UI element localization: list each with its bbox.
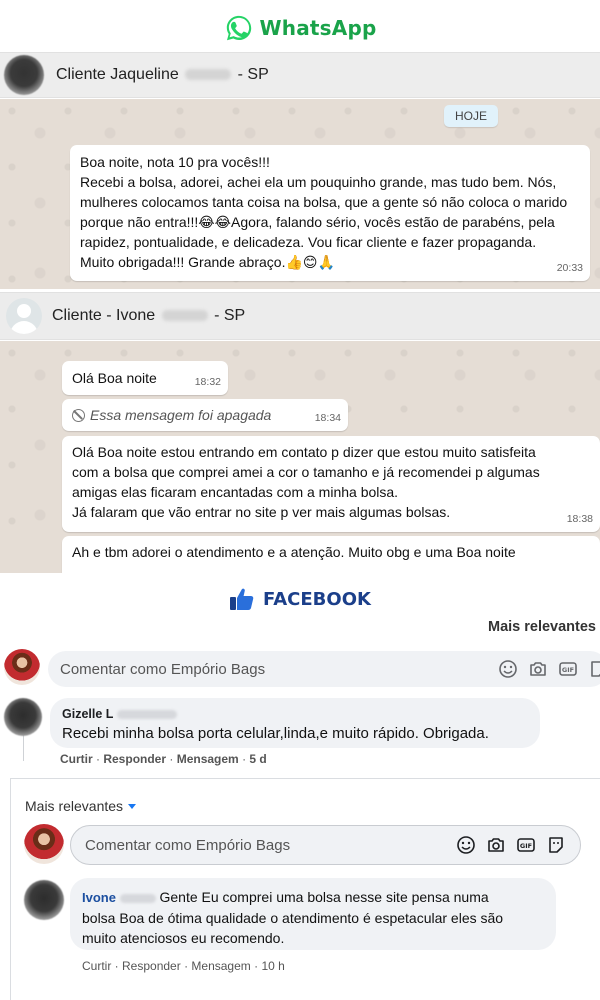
svg-text:GIF: GIF <box>520 842 532 850</box>
comment-input-icons: GIF <box>498 659 600 679</box>
like-link[interactable]: Curtir <box>82 959 111 973</box>
message-text: Ah e tbm adorei o atendimento e a atençã… <box>72 544 516 560</box>
date-chip: HOJE <box>444 105 498 127</box>
blurred-surname <box>185 69 232 81</box>
blurred-surname <box>116 710 177 720</box>
camera-icon[interactable] <box>528 659 548 679</box>
blurred-surname <box>161 310 208 322</box>
comment-bubble: Ivone Gente Eu comprei uma bolsa nesse s… <box>70 878 556 950</box>
comment-input[interactable]: Comentar como Empório Bags GIF <box>70 825 581 865</box>
chat1-header[interactable]: Cliente Jaqueline - SP <box>0 52 600 98</box>
camera-icon[interactable] <box>486 835 506 855</box>
message-link[interactable]: Mensagem <box>177 752 239 766</box>
sticker-icon[interactable] <box>546 835 566 855</box>
deleted-text: Essa mensagem foi apagada <box>90 407 272 423</box>
comment-text-first-line: Gente Eu comprei uma bolsa nesse site pe… <box>159 889 489 905</box>
comment-text: bolsa Boa de ótima qualidade o atendimen… <box>82 910 504 946</box>
message-time: 18:32 <box>194 376 221 388</box>
reply-link[interactable]: Responder <box>122 959 181 973</box>
comment-author[interactable]: Gizelle L <box>62 704 528 724</box>
comment-age: 10 h <box>261 959 285 973</box>
comment-input-icons: GIF <box>456 835 566 855</box>
caret-down-icon <box>128 803 137 809</box>
thread-line <box>23 735 24 761</box>
facebook-brand: FACEBOOK <box>0 584 600 614</box>
whatsapp-brand: WhatsApp <box>0 10 600 46</box>
comment-bubble: Gizelle L Recebi minha bolsa porta celul… <box>50 698 540 748</box>
like-link[interactable]: Curtir <box>60 752 93 766</box>
sort-dropdown[interactable]: Mais relevantes <box>25 798 137 814</box>
comment-placeholder: Comentar como Empório Bags <box>60 660 266 678</box>
page-avatar <box>24 824 64 864</box>
chat2-header[interactable]: Cliente - Ivone - SP <box>0 292 600 340</box>
message-text: Olá Boa noite estou entrando em contato … <box>72 444 540 520</box>
message-bubble[interactable]: Olá Boa noite 18:32 <box>62 361 228 395</box>
whatsapp-title: WhatsApp <box>259 16 377 40</box>
deleted-message-bubble[interactable]: Essa mensagem foi apagada 18:34 <box>62 399 348 431</box>
message-bubble[interactable]: Olá Boa noite estou entrando em contato … <box>62 436 600 532</box>
reply-link[interactable]: Responder <box>103 752 166 766</box>
commenter-avatar[interactable] <box>4 698 42 736</box>
gif-icon[interactable]: GIF <box>558 659 578 679</box>
contact-name: Cliente - Ivone - SP <box>52 307 246 324</box>
sort-dropdown[interactable]: Mais relevantes <box>488 619 596 635</box>
smiley-icon[interactable] <box>498 659 518 679</box>
comment-input[interactable]: Comentar como Empório Bags GIF <box>48 651 600 687</box>
blurred-surname <box>119 894 156 904</box>
message-link[interactable]: Mensagem <box>191 959 250 973</box>
comment-actions: Curtir · Responder · Mensagem · 5 d <box>60 752 267 766</box>
message-time: 18:34 <box>314 412 341 424</box>
message-bubble[interactable]: Boa noite, nota 10 pra vocês!!! Recebi a… <box>70 145 590 281</box>
commenter-avatar[interactable] <box>24 880 64 920</box>
sticker-icon[interactable] <box>588 659 600 679</box>
default-avatar-icon[interactable] <box>6 298 42 334</box>
chat2-body: Olá Boa noite 18:32 Essa mensagem foi ap… <box>0 341 600 573</box>
contact-name: Cliente Jaqueline - SP <box>56 66 269 83</box>
facebook-title: FACEBOOK <box>263 588 371 610</box>
message-time: 20:33 <box>556 262 583 274</box>
message-text: Boa noite, nota 10 pra vocês!!! Recebi a… <box>80 154 568 270</box>
sort-label: Mais relevantes <box>25 798 124 814</box>
message-bubble[interactable]: Ah e tbm adorei o atendimento e a atençã… <box>62 536 600 573</box>
comment-placeholder: Comentar como Empório Bags <box>85 836 291 854</box>
thumbs-up-icon <box>230 588 254 610</box>
comment-age: 5 d <box>249 752 267 766</box>
comment-actions: Curtir · Responder · Mensagem · 10 h <box>82 959 285 973</box>
message-time: 18:38 <box>566 513 593 525</box>
smiley-icon[interactable] <box>456 835 476 855</box>
comment-text: Recebi minha bolsa porta celular,linda,e… <box>62 725 489 742</box>
ban-icon <box>72 408 85 422</box>
comment-author[interactable]: Ivone <box>82 890 156 905</box>
comment-body: Ivone Gente Eu comprei uma bolsa nesse s… <box>82 887 544 948</box>
deleted-message: Essa mensagem foi apagada <box>72 405 338 425</box>
gif-icon[interactable]: GIF <box>516 835 536 855</box>
chat1-body: HOJE Boa noite, nota 10 pra vocês!!! Rec… <box>0 99 600 289</box>
svg-text:GIF: GIF <box>562 666 574 674</box>
avatar[interactable] <box>4 55 44 95</box>
whatsapp-logo-icon <box>226 15 251 41</box>
page-avatar <box>4 649 40 685</box>
